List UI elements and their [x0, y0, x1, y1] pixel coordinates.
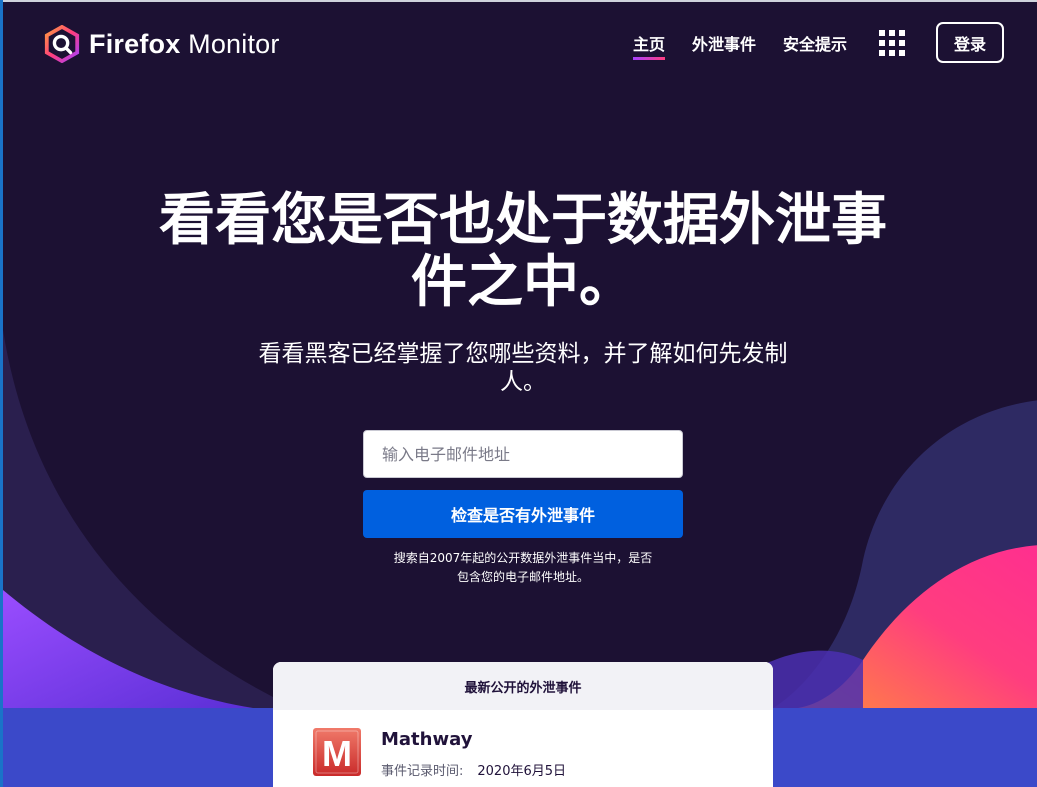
- latest-breach-card: 最新公开的外泄事件 M Mathway 事件记录时间: 2020年6月5日: [273, 662, 773, 787]
- email-input[interactable]: [363, 430, 683, 478]
- page: Firefox Monitor 主页 外泄事件 安全提示 登录 看看您是否也处于…: [0, 0, 1037, 787]
- hero-title: 看看您是否也处于数据外泄事 件之中。: [143, 190, 903, 314]
- check-breaches-button[interactable]: 检查是否有外泄事件: [363, 490, 683, 538]
- hero-subtitle: 看看黑客已经掌握了您哪些资料，并了解如何先发制 人。: [233, 340, 813, 396]
- nav-home[interactable]: 主页: [633, 24, 666, 62]
- search-disclaimer: 搜索自2007年起的公开数据外泄事件当中，是否 包含您的电子邮件地址。: [383, 549, 663, 587]
- hero-subtitle-line2: 人。: [500, 369, 546, 395]
- nav-security-tips[interactable]: 安全提示: [783, 24, 847, 62]
- disclaimer-line1: 搜索自2007年起的公开数据外泄事件当中，是否: [393, 551, 653, 565]
- svg-text:M: M: [322, 733, 352, 774]
- hero-title-line2: 件之中。: [411, 250, 635, 315]
- breach-date-row: 事件记录时间: 2020年6月5日: [381, 760, 566, 779]
- hero-title-line1: 看看您是否也处于数据外泄事: [159, 188, 887, 253]
- breach-name: Mathway: [381, 729, 473, 750]
- grid-icon[interactable]: [879, 30, 905, 56]
- nav-breaches[interactable]: 外泄事件: [692, 24, 756, 62]
- breach-item[interactable]: M Mathway 事件记录时间: 2020年6月5日: [273, 710, 773, 787]
- firefox-monitor-logo-icon: [44, 25, 80, 63]
- hero-subtitle-line1: 看看黑客已经掌握了您哪些资料，并了解如何先发制: [258, 341, 788, 367]
- brand-logo[interactable]: Firefox Monitor: [43, 24, 280, 64]
- main-nav: 主页 外泄事件 安全提示: [633, 24, 874, 62]
- breach-date-label: 事件记录时间:: [381, 764, 464, 779]
- mathway-logo-icon: M: [313, 728, 361, 776]
- latest-breach-heading: 最新公开的外泄事件: [273, 662, 773, 710]
- login-button[interactable]: 登录: [936, 22, 1004, 63]
- disclaimer-line2: 包含您的电子邮件地址。: [456, 570, 589, 584]
- breach-date-value: 2020年6月5日: [477, 764, 567, 779]
- brand-name: Firefox Monitor: [89, 28, 280, 59]
